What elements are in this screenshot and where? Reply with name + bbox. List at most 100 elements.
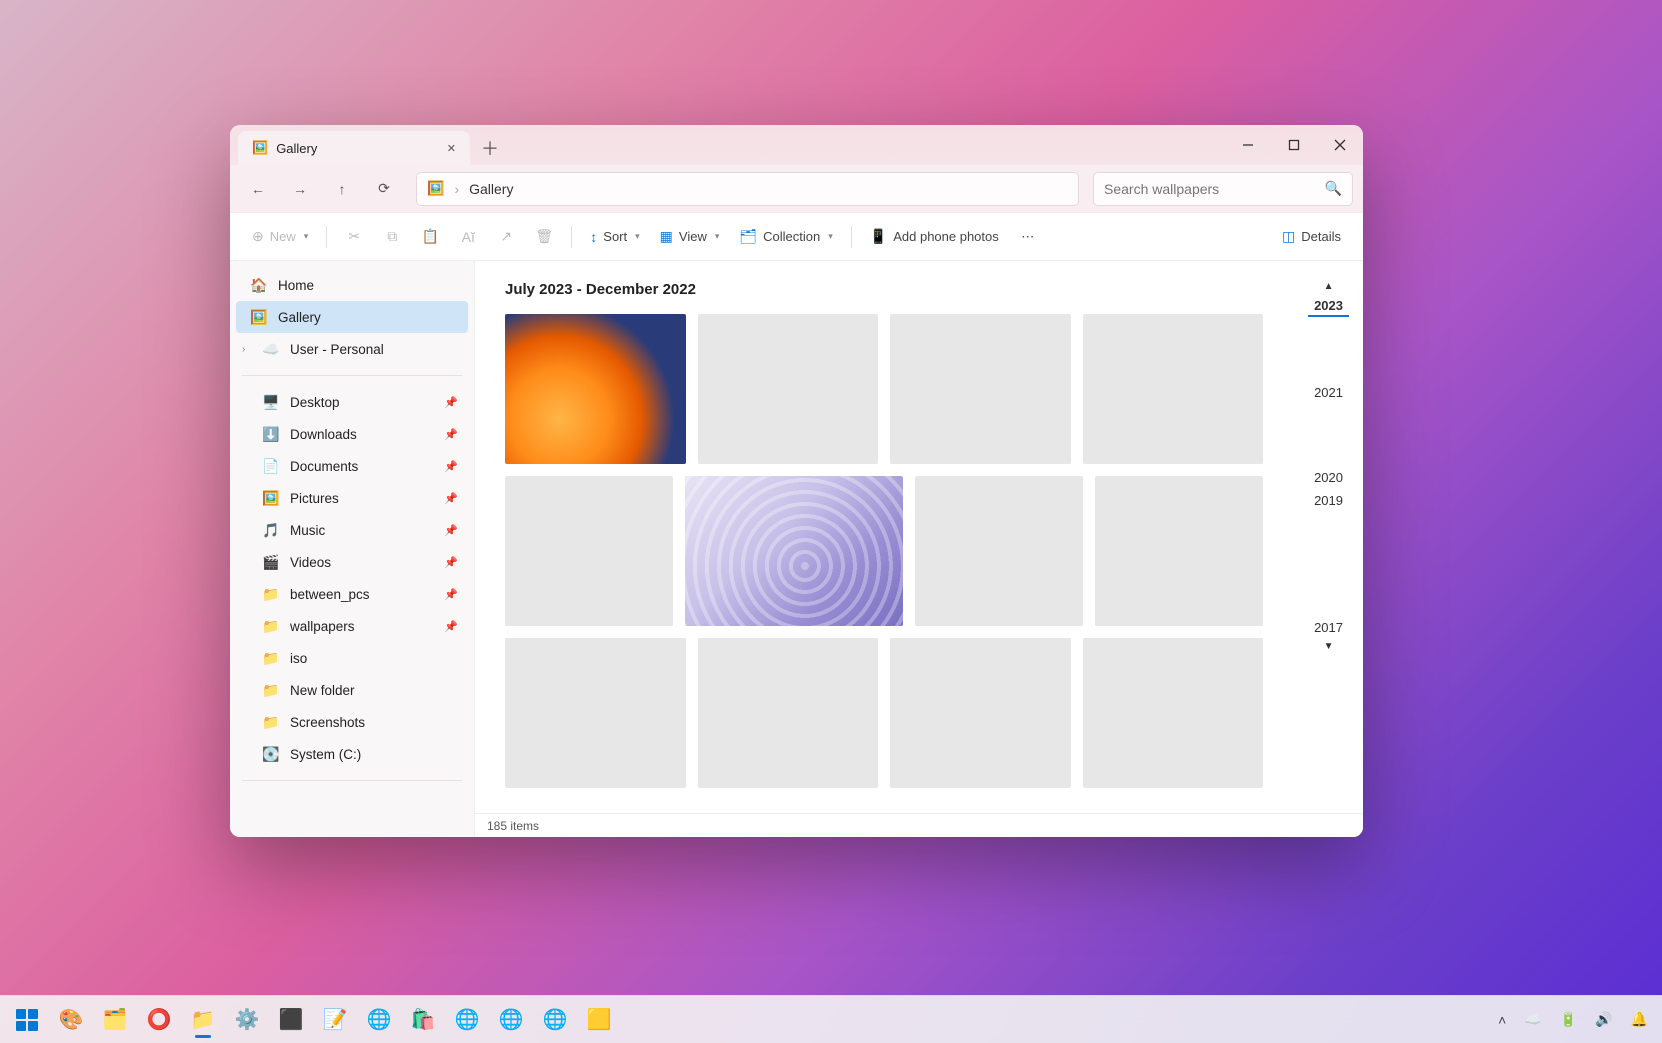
thumbnail[interactable] — [505, 638, 686, 788]
chevron-right-icon[interactable]: › — [242, 344, 245, 355]
notifications-tray-icon[interactable]: 🔔 — [1627, 1007, 1652, 1032]
gallery-icon: 🖼️ — [427, 180, 444, 197]
timeline-down-button[interactable]: ▼ — [1324, 641, 1334, 652]
share-icon: ↗ — [500, 228, 512, 245]
gallery-scroll[interactable]: July 2023 - December 2022 — [475, 261, 1363, 813]
search-icon[interactable]: 🔍 — [1325, 180, 1342, 197]
sidebar-item-wallpapers[interactable]: 📁 wallpapers 📌 — [236, 610, 468, 642]
sidebar-item-new-folder[interactable]: 📁 New folder — [236, 674, 468, 706]
add-phone-photos-button[interactable]: 📱 Add phone photos — [862, 222, 1007, 251]
taskbar-app[interactable]: 🟨 — [578, 1000, 620, 1040]
collection-button[interactable]: 🗂 Collection ▾ — [731, 222, 840, 251]
system-tray: ˄ ☁️ 🔋 🔊 🔔 — [1494, 1007, 1656, 1032]
pin-icon: 📌 — [444, 524, 458, 537]
thumbnail[interactable] — [698, 638, 879, 788]
taskbar-app[interactable]: 🎨 — [50, 1000, 92, 1040]
thumbnail[interactable] — [915, 476, 1083, 626]
address-bar[interactable]: 🖼️ › Gallery — [416, 172, 1079, 206]
collection-label: Collection — [763, 229, 820, 244]
tab-gallery[interactable]: 🖼️ Gallery ✕ — [238, 131, 470, 165]
divider — [242, 375, 462, 376]
timeline-year[interactable]: 2019 — [1308, 491, 1349, 510]
battery-tray-icon[interactable]: 🔋 — [1556, 1007, 1581, 1032]
folder-icon: 📁 — [262, 714, 280, 731]
maximize-button[interactable] — [1271, 125, 1317, 165]
tab-close-button[interactable]: ✕ — [447, 142, 456, 155]
thumbnail[interactable] — [890, 638, 1071, 788]
search-box[interactable]: 🔍 — [1093, 172, 1353, 206]
share-button: ↗ — [489, 222, 523, 251]
timeline-year[interactable]: 2021 — [1308, 383, 1349, 402]
thumbnail[interactable] — [1083, 314, 1264, 464]
rename-button: Aĭ — [451, 223, 485, 251]
sidebar-item-label: Downloads — [290, 427, 357, 442]
sidebar-item-desktop[interactable]: 🖥️ Desktop 📌 — [236, 386, 468, 418]
view-button[interactable]: ▦ View ▾ — [652, 222, 728, 251]
sort-button[interactable]: ↕ Sort ▾ — [582, 223, 647, 251]
thumbnail[interactable] — [1095, 476, 1263, 626]
thumbnail[interactable] — [505, 476, 673, 626]
sidebar-item-label: between_pcs — [290, 587, 370, 602]
videos-icon: 🎬 — [262, 554, 280, 571]
sidebar-item-label: New folder — [290, 683, 355, 698]
taskbar-app[interactable]: 🌐 — [446, 1000, 488, 1040]
sidebar-item-pictures[interactable]: 🖼️ Pictures 📌 — [236, 482, 468, 514]
volume-tray-icon[interactable]: 🔊 — [1591, 1007, 1616, 1032]
back-button[interactable]: ← — [240, 172, 276, 206]
sidebar-item-user[interactable]: › ☁️ User - Personal — [236, 333, 468, 365]
onedrive-tray-icon[interactable]: ☁️ — [1520, 1007, 1545, 1032]
thumbnail[interactable] — [505, 314, 686, 464]
sidebar-item-between-pcs[interactable]: 📁 between_pcs 📌 — [236, 578, 468, 610]
file-explorer-window: 🖼️ Gallery ✕ ＋ ← → ↑ ⟳ 🖼️ › Gallery — [230, 125, 1363, 837]
start-button[interactable] — [6, 1000, 48, 1040]
new-tab-button[interactable]: ＋ — [470, 131, 510, 165]
documents-icon: 📄 — [262, 458, 280, 475]
taskbar-app[interactable]: ⭕ — [138, 1000, 180, 1040]
file-explorer-taskbar[interactable]: 📁 — [182, 1000, 224, 1040]
sidebar-item-downloads[interactable]: ⬇️ Downloads 📌 — [236, 418, 468, 450]
task-view-button[interactable]: 🗂️ — [94, 1000, 136, 1040]
pin-icon: 📌 — [444, 588, 458, 601]
sidebar-item-documents[interactable]: 📄 Documents 📌 — [236, 450, 468, 482]
sidebar-item-videos[interactable]: 🎬 Videos 📌 — [236, 546, 468, 578]
timeline-year[interactable]: 2020 — [1308, 468, 1349, 487]
sidebar-item-music[interactable]: 🎵 Music 📌 — [236, 514, 468, 546]
search-input[interactable] — [1104, 181, 1317, 197]
terminal-taskbar[interactable]: ⬛ — [270, 1000, 312, 1040]
more-button[interactable]: ⋯ — [1011, 223, 1045, 251]
folder-icon: 📁 — [262, 682, 280, 699]
edge-taskbar[interactable]: 🌐 — [358, 1000, 400, 1040]
timeline-up-button[interactable]: ▲ — [1324, 281, 1334, 292]
sidebar-item-home[interactable]: 🏠 Home — [236, 269, 468, 301]
view-icon: ▦ — [660, 228, 673, 245]
sidebar-item-gallery[interactable]: 🖼️ Gallery — [236, 301, 468, 333]
minimize-button[interactable] — [1225, 125, 1271, 165]
tray-chevron-icon[interactable]: ˄ — [1494, 1008, 1510, 1032]
timeline-year[interactable]: 2023 — [1308, 296, 1349, 317]
sidebar-item-system-c[interactable]: 💽 System (C:) — [236, 738, 468, 770]
sidebar-item-label: Videos — [290, 555, 331, 570]
thumbnail[interactable] — [1083, 638, 1264, 788]
forward-button[interactable]: → — [282, 172, 318, 206]
up-button[interactable]: ↑ — [324, 172, 360, 206]
refresh-button[interactable]: ⟳ — [366, 172, 402, 206]
pin-icon: 📌 — [444, 620, 458, 633]
thumbnail[interactable] — [698, 314, 879, 464]
details-pane-button[interactable]: ◫ Details — [1274, 222, 1349, 251]
store-taskbar[interactable]: 🛍️ — [402, 1000, 444, 1040]
close-window-button[interactable] — [1317, 125, 1363, 165]
downloads-icon: ⬇️ — [262, 426, 280, 443]
plus-circle-icon: ⊕ — [252, 228, 264, 245]
status-bar: 185 items — [475, 813, 1363, 837]
taskbar-app[interactable]: 🌐 — [490, 1000, 532, 1040]
thumbnail[interactable] — [890, 314, 1071, 464]
sidebar-item-iso[interactable]: 📁 iso — [236, 642, 468, 674]
thumbnail[interactable] — [685, 476, 903, 626]
settings-taskbar[interactable]: ⚙️ — [226, 1000, 268, 1040]
sidebar-item-screenshots[interactable]: 📁 Screenshots — [236, 706, 468, 738]
sort-icon: ↕ — [590, 229, 597, 245]
taskbar-app[interactable]: 📝 — [314, 1000, 356, 1040]
timeline-year[interactable]: 2017 — [1308, 618, 1349, 637]
taskbar-app[interactable]: 🌐 — [534, 1000, 576, 1040]
timeline: ▲ 2023 2021 2020 2019 2017 ▼ — [1308, 281, 1349, 793]
